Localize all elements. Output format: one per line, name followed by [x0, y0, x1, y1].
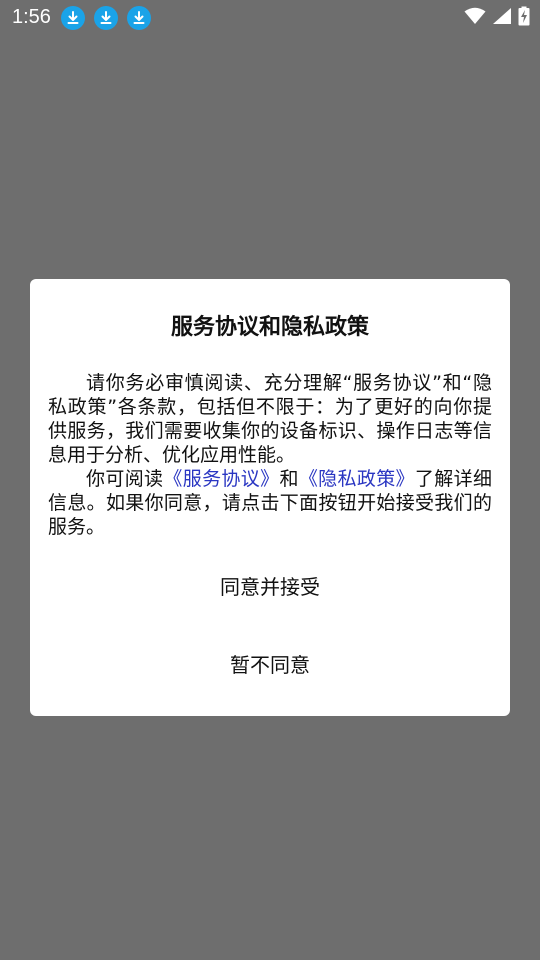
download-icon — [94, 6, 118, 30]
battery-charging-icon — [518, 6, 530, 30]
dialog-title: 服务协议和隐私政策 — [170, 315, 369, 340]
download-icon — [61, 6, 85, 30]
dialog-paragraph-1: 请你务必审慎阅读、充分理解“服务协议”和“隐私政策”各条款，包括但不限于：为了更… — [48, 372, 492, 466]
clock-time: 1:56 — [12, 6, 51, 28]
privacy-policy-link[interactable]: 《隐私政策》 — [299, 468, 415, 490]
decline-button[interactable]: 暂不同意 — [30, 643, 510, 687]
status-bar: 1:56 — [0, 0, 540, 36]
dialog-paragraph-2: 你可阅读《服务协议》和《隐私政策》了解详细信息。如果你同意，请点击下面按钮开始接… — [48, 467, 492, 539]
system-icons — [464, 6, 530, 30]
download-icon — [127, 6, 151, 30]
privacy-dialog: 服务协议和隐私政策 请你务必审慎阅读、充分理解“服务协议”和“隐私政策”各条款，… — [30, 279, 510, 716]
signal-icon — [492, 7, 512, 29]
service-agreement-link[interactable]: 《服务协议》 — [163, 468, 279, 490]
paragraph-2-middle: 和 — [279, 468, 299, 490]
agree-button[interactable]: 同意并接受 — [30, 565, 510, 609]
paragraph-2-prefix: 你可阅读 — [86, 468, 164, 490]
dialog-body: 请你务必审慎阅读、充分理解“服务协议”和“隐私政策”各条款，包括但不限于：为了更… — [48, 371, 492, 539]
wifi-icon — [464, 7, 486, 29]
